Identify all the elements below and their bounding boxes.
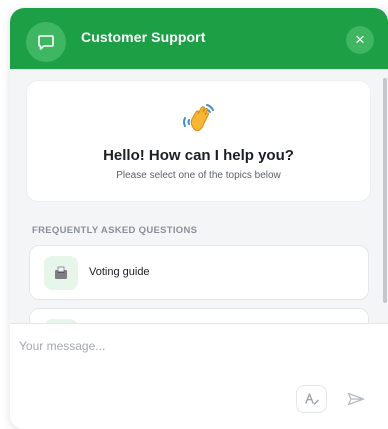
message-input[interactable] xyxy=(19,336,349,356)
send-button[interactable] xyxy=(342,386,370,412)
chat-icon xyxy=(38,35,54,50)
close-button[interactable]: × xyxy=(346,26,374,54)
faq-item-topic[interactable] xyxy=(29,308,369,323)
support-chat-widget: Customer Support × Hello! How can I help… xyxy=(10,8,388,429)
greeting-subtitle: Please select one of the topics below xyxy=(116,170,281,181)
support-avatar xyxy=(26,22,66,62)
greeting-card: Hello! How can I help you? Please select… xyxy=(26,80,371,202)
text-format-icon xyxy=(304,393,319,405)
faq-item-voting-guide[interactable]: Voting guide xyxy=(29,245,369,300)
faq-item-label: Voting guide xyxy=(89,266,150,278)
close-icon: × xyxy=(355,30,365,49)
waving-hand-icon xyxy=(182,104,214,132)
chat-header: Customer Support × xyxy=(10,8,388,69)
ballot-box-icon xyxy=(55,266,67,279)
send-icon xyxy=(347,392,365,406)
message-composer xyxy=(10,323,388,429)
header-title: Customer Support xyxy=(81,29,206,45)
conversation-area[interactable]: Hello! How can I help you? Please select… xyxy=(10,69,388,323)
faq-item-icon xyxy=(44,256,78,290)
faq-heading: FREQUENTLY ASKED QUESTIONS xyxy=(32,225,198,236)
text-format-button[interactable] xyxy=(296,385,327,413)
greeting-title: Hello! How can I help you? xyxy=(103,147,294,164)
scrollbar[interactable] xyxy=(383,78,387,303)
